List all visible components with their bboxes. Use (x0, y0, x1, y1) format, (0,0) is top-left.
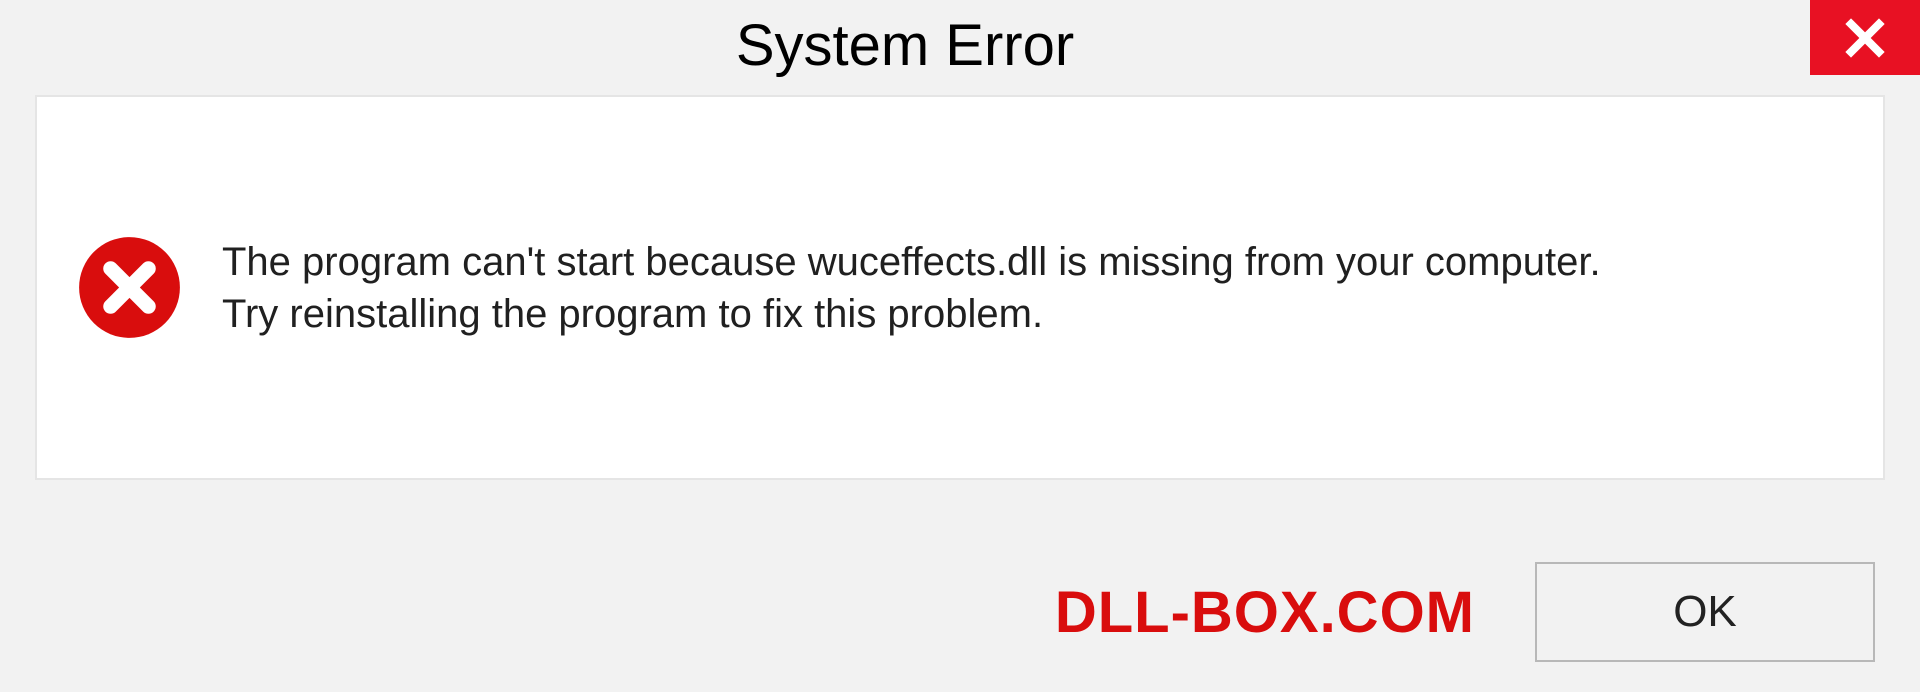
content-panel: The program can't start because wuceffec… (35, 95, 1885, 480)
dialog-title: System Error (0, 0, 1810, 79)
ok-button[interactable]: OK (1535, 562, 1875, 662)
error-icon (77, 235, 182, 340)
close-icon (1843, 16, 1887, 60)
footer: DLL-BOX.COM OK (35, 562, 1885, 672)
titlebar: System Error (0, 0, 1920, 95)
watermark-text: DLL-BOX.COM (1055, 579, 1475, 646)
close-button[interactable] (1810, 0, 1920, 75)
ok-button-label: OK (1673, 587, 1737, 637)
error-message: The program can't start because wuceffec… (222, 236, 1622, 340)
